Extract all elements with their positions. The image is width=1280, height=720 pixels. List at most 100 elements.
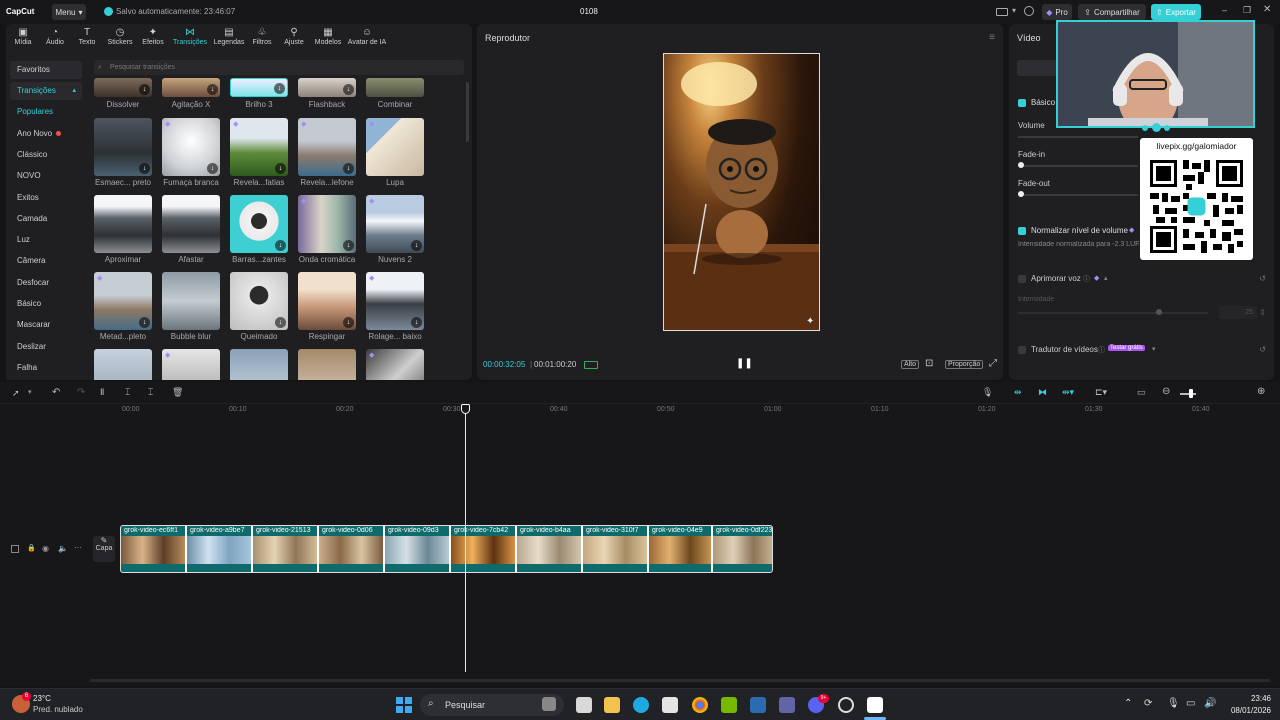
chevron-up-icon[interactable]: ⌃ — [1124, 698, 1132, 709]
menu-button[interactable]: Menu ▾ — [52, 4, 86, 20]
settings-icon[interactable] — [1024, 6, 1034, 16]
zoom-fit-icon[interactable]: ⊕ — [1257, 386, 1265, 397]
link-icon[interactable]: ⇹ — [1014, 387, 1022, 398]
intensity-value[interactable]: 25 — [1219, 306, 1257, 319]
quality-button[interactable]: Alto — [901, 360, 920, 369]
export-button[interactable]: ⇧ Exportar — [1151, 4, 1201, 20]
windows-start-icon[interactable] — [396, 697, 412, 713]
sidebar-item-popular[interactable]: Populares — [10, 103, 82, 121]
tab-ai-avatar[interactable]: ☺ Avatar de IA — [344, 27, 390, 51]
transition-thumb[interactable]: ◆ ↓ — [366, 272, 424, 330]
video-track[interactable]: grok-video-ec6ff1 grok-video-a9be7 grok-… — [120, 525, 773, 573]
teams-icon[interactable] — [779, 697, 795, 713]
video-clip[interactable]: grok-video-ec6ff1 — [121, 526, 187, 572]
transition-thumb[interactable] — [298, 349, 356, 380]
transition-thumb[interactable]: ↓ — [230, 78, 288, 97]
snap-icon[interactable]: ⧓ — [1038, 387, 1047, 398]
chevron-up-icon[interactable]: ▴ — [1104, 274, 1108, 282]
translator-checkbox[interactable] — [1018, 346, 1026, 354]
transition-thumb[interactable]: ↓ — [230, 195, 288, 253]
sidebar-item-novo[interactable]: NOVO — [10, 167, 82, 185]
transition-thumb[interactable]: ↓ — [298, 78, 356, 97]
task-view-icon[interactable] — [576, 697, 592, 713]
transition-thumb[interactable]: ◆ — [366, 349, 424, 380]
zoom-out-icon[interactable]: ⊖ — [1162, 386, 1170, 397]
transition-thumb[interactable]: ◆ — [162, 349, 220, 380]
chevron-down-icon[interactable]: ▾ — [1152, 345, 1156, 353]
info-icon[interactable]: ⓘ — [1098, 345, 1105, 355]
store-icon[interactable] — [662, 697, 678, 713]
zoom-slider[interactable] — [1180, 393, 1196, 395]
transition-thumb[interactable]: ↓ — [94, 118, 152, 176]
transition-thumb[interactable] — [366, 78, 424, 97]
reset-icon[interactable]: ↺ — [1259, 345, 1266, 354]
timeline-scrollbar[interactable] — [90, 679, 1270, 682]
fade-out-knob[interactable] — [1018, 191, 1024, 197]
microphone-icon[interactable]: 🎙 — [982, 387, 993, 398]
transition-thumb[interactable] — [162, 195, 220, 253]
transition-thumb[interactable] — [230, 349, 288, 380]
sub-tab[interactable] — [1017, 60, 1057, 76]
microphone-icon[interactable]: 🎙 — [1167, 698, 1180, 709]
tab-video[interactable]: Vídeo — [1017, 33, 1041, 43]
caption-icon[interactable]: ▭ — [1137, 387, 1146, 398]
sidebar-item-transitions[interactable]: Transições ▴ — [10, 82, 82, 100]
transition-thumb[interactable]: ↓ — [230, 272, 288, 330]
minimize-icon[interactable]: – — [1222, 5, 1227, 15]
video-clip[interactable]: grok-video-0d06 — [319, 526, 385, 572]
taskbar-search[interactable]: ⌕ Pesquisar — [420, 694, 564, 716]
sidebar-item-mask[interactable]: Mascarar — [10, 316, 82, 334]
transition-thumb[interactable]: ◆ ↓ — [230, 118, 288, 176]
close-icon[interactable]: ✕ — [1263, 4, 1271, 15]
sidebar-item-camera[interactable]: Câmera — [10, 252, 82, 270]
capcut-icon[interactable] — [867, 697, 883, 713]
waveform-icon[interactable] — [584, 361, 598, 369]
trial-badge[interactable]: Testar grátis — [1108, 345, 1145, 351]
monitor-icon[interactable]: ▭ — [1186, 698, 1195, 709]
tab-audio[interactable]: ◔ Áudio — [38, 27, 72, 51]
tab-filters[interactable]: ♧ Filtros — [245, 27, 279, 51]
video-clip[interactable]: grok-video-b4aa — [517, 526, 583, 572]
zoom-knob[interactable] — [1189, 389, 1193, 398]
track-toggle-icon[interactable] — [11, 545, 19, 553]
pause-icon[interactable]: ❚❚ — [736, 358, 753, 369]
transition-thumb[interactable] — [162, 272, 220, 330]
video-clip[interactable]: grok-video-09d3 — [385, 526, 451, 572]
tab-captions[interactable]: ▤ Legendas — [210, 27, 248, 51]
speaker-icon[interactable]: 🔈 — [58, 544, 68, 553]
transition-thumb[interactable] — [94, 195, 152, 253]
layout-icon[interactable] — [996, 8, 1008, 16]
sidebar-item-glitch[interactable]: Falha — [10, 359, 82, 377]
obs-icon[interactable] — [838, 697, 854, 713]
intensity-slider[interactable] — [1018, 312, 1208, 314]
tab-adjust[interactable]: ⚲ Ajuste — [277, 27, 311, 51]
volume-icon[interactable]: 🔊 — [1204, 698, 1216, 709]
sidebar-item-blur[interactable]: Desfocar — [10, 274, 82, 292]
tab-effects[interactable]: ✦ Efeitos — [136, 27, 170, 51]
chrome-icon[interactable] — [692, 697, 708, 713]
sidebar-item-favorites[interactable]: Favoritos — [10, 61, 82, 79]
magnet-icon[interactable]: ⇹▾ — [1062, 387, 1074, 398]
sidebar-item-light[interactable]: Luz — [10, 231, 82, 249]
split-left-icon[interactable]: ⌶ — [125, 387, 130, 398]
undo-icon[interactable]: ↶ — [52, 387, 60, 398]
edge-icon[interactable] — [633, 697, 649, 713]
transition-thumb[interactable]: ◆ ↓ — [162, 118, 220, 176]
video-clip[interactable]: grok-video-04e9 — [649, 526, 713, 572]
transition-thumb[interactable]: ↓ — [298, 272, 356, 330]
video-clip[interactable]: grok-video-21513 — [253, 526, 319, 572]
sync-icon[interactable]: ⟳ — [1144, 698, 1152, 709]
fullscreen-icon[interactable]: ⤢ — [989, 358, 997, 369]
sidebar-item-new-year[interactable]: Ano Novo — [10, 125, 82, 143]
transition-thumb[interactable]: ◆ ↓ — [94, 272, 152, 330]
transition-thumb[interactable]: ◆ ↓ — [366, 195, 424, 253]
outlook-icon[interactable] — [750, 697, 766, 713]
fade-in-knob[interactable] — [1018, 162, 1024, 168]
video-clip[interactable]: grok-video-7cb42 — [451, 526, 517, 572]
playhead-handle[interactable] — [461, 404, 470, 414]
redo-icon[interactable]: ↷ — [77, 387, 85, 398]
transition-thumb[interactable]: ↓ — [94, 78, 152, 97]
tab-templates[interactable]: ▦ Modelos — [310, 27, 346, 51]
share-button[interactable]: ⇪ Compartilhar — [1078, 4, 1146, 20]
normalize-checkbox[interactable] — [1018, 227, 1026, 235]
